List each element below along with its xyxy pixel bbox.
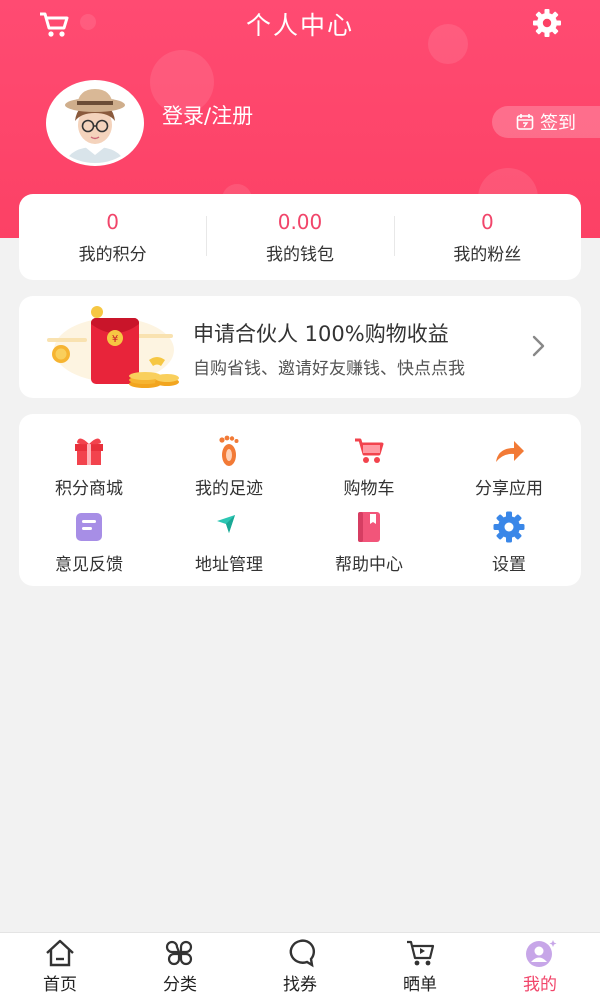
chevron-right-icon — [532, 335, 545, 357]
menu-item-feedback[interactable]: 意见反馈 — [19, 510, 159, 575]
tab-home[interactable]: 首页 — [0, 933, 120, 1000]
menu-item-footprint[interactable]: 我的足迹 — [159, 434, 299, 499]
partner-subtitle: 自购省钱、邀请好友赚钱、快点点我 — [193, 359, 465, 379]
stat-label: 我的粉丝 — [453, 244, 522, 265]
stat-label: 我的钱包 — [265, 244, 334, 265]
stat-wallet[interactable]: 0.00 我的钱包 — [206, 194, 393, 280]
svg-text:¥: ¥ — [112, 334, 118, 345]
menu-item-help-center[interactable]: 帮助中心 — [299, 510, 439, 575]
login-register-link[interactable]: 登录/注册 — [162, 100, 253, 130]
home-icon — [46, 939, 74, 967]
menu-item-label: 意见反馈 — [55, 555, 123, 575]
page-title: 个人中心 — [245, 11, 354, 40]
stat-fans[interactable]: 0 我的粉丝 — [393, 194, 581, 280]
menu-item-points-mall[interactable]: 积分商城 — [19, 434, 159, 499]
footprint-icon — [219, 435, 239, 466]
profile-icon — [526, 940, 557, 967]
feature-grid: 积分商城 我的足迹 购物车 分享应用 意见反馈 地址管理 帮助中心 设置 — [19, 414, 581, 586]
stat-value: 0.00 — [277, 209, 323, 234]
tab-show-order[interactable]: 晒单 — [360, 933, 480, 1000]
menu-item-label: 设置 — [492, 555, 526, 575]
menu-item-label: 购物车 — [343, 479, 395, 499]
calendar-icon — [516, 114, 534, 130]
help-book-icon — [358, 512, 380, 542]
tab-mine[interactable]: 我的 — [480, 933, 600, 1000]
menu-item-cart[interactable]: 购物车 — [299, 434, 439, 499]
menu-item-label: 分享应用 — [475, 479, 543, 499]
feedback-icon — [76, 513, 102, 541]
bottom-tab-bar: 首页 分类 找券 晒单 我的 — [0, 932, 600, 1000]
partner-banner[interactable]: ¥ 申请合伙人 100%购物收益 自购省钱、邀请好友赚钱、快点点我 — [19, 296, 581, 398]
stat-label: 我的积分 — [78, 244, 147, 265]
tab-coupon[interactable]: 找券 — [240, 933, 360, 1000]
stats-card: 0 我的积分 0.00 我的钱包 0 我的粉丝 — [19, 194, 581, 280]
cart-show-icon — [407, 940, 435, 966]
category-icon — [165, 940, 193, 966]
menu-item-settings[interactable]: 设置 — [439, 510, 579, 575]
menu-item-address[interactable]: 地址管理 — [159, 510, 299, 575]
coupon-search-icon — [289, 939, 316, 968]
tab-category[interactable]: 分类 — [120, 933, 240, 1000]
gear-icon[interactable] — [532, 8, 562, 38]
share-icon — [496, 441, 524, 462]
location-icon — [217, 515, 235, 533]
stat-points[interactable]: 0 我的积分 — [19, 194, 206, 280]
menu-item-label: 我的足迹 — [195, 479, 263, 499]
settings-icon — [493, 511, 525, 543]
stat-value: 0 — [480, 209, 494, 234]
tab-label: 我的 — [523, 975, 557, 995]
red-envelope-coins-illustration: ¥ — [47, 306, 179, 388]
menu-item-share-app[interactable]: 分享应用 — [439, 434, 579, 499]
tab-label: 晒单 — [403, 975, 437, 995]
stat-value: 0 — [106, 209, 120, 234]
menu-item-label: 积分商城 — [55, 479, 123, 499]
menu-item-label: 地址管理 — [195, 555, 263, 575]
menu-item-label: 帮助中心 — [335, 555, 403, 575]
tab-label: 首页 — [43, 975, 77, 995]
avatar[interactable] — [46, 80, 144, 166]
partner-title: 申请合伙人 100%购物收益 — [193, 322, 449, 346]
gift-icon — [75, 438, 103, 465]
signin-button[interactable]: 签到 — [492, 106, 600, 138]
signin-label: 签到 — [540, 113, 576, 134]
avatar-illustration — [49, 83, 141, 163]
tab-label: 找券 — [283, 975, 317, 995]
tab-label: 分类 — [163, 975, 197, 995]
cart-icon — [355, 438, 384, 463]
